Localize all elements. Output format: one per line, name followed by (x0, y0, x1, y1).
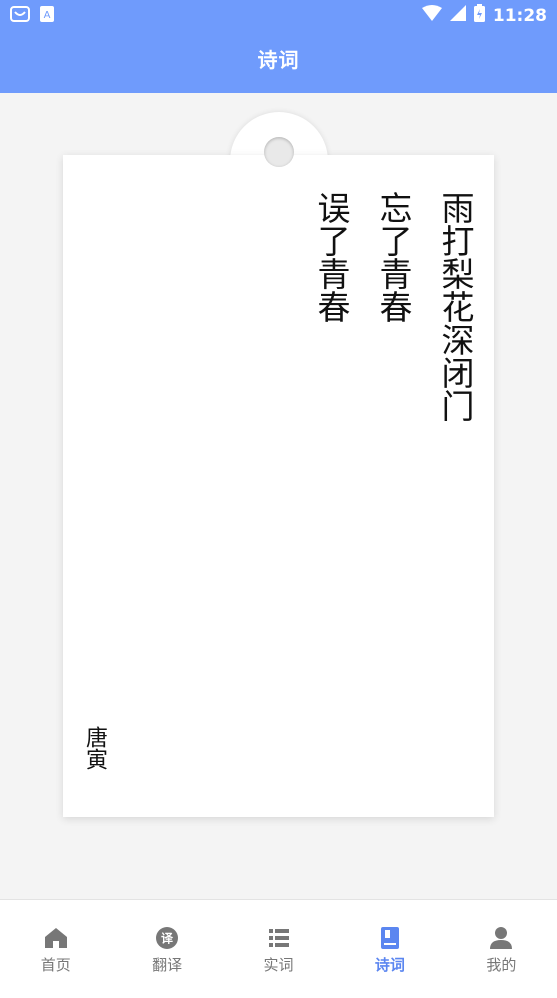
svg-text:译: 译 (161, 932, 174, 946)
status-bar: A 11:28 (0, 0, 557, 30)
bottom-nav: 首页 译 翻译 实词 诗词 我的 (0, 899, 557, 998)
svg-text:A: A (44, 10, 51, 21)
user-icon (489, 926, 513, 950)
poem-line-2: 忘了青春 (374, 191, 413, 323)
list-icon (267, 926, 291, 950)
nav-label-poems: 诗词 (374, 956, 405, 974)
nav-item-words[interactable]: 实词 (223, 900, 334, 998)
signal-icon (449, 5, 466, 26)
nav-item-profile[interactable]: 我的 (446, 900, 557, 998)
poem-card: 雨打梨花深闭门 忘了青春 误了青春 唐寅 (63, 155, 494, 817)
nav-label-home: 首页 (40, 956, 71, 974)
page-title: 诗词 (257, 48, 300, 72)
poem-author: 唐寅 (82, 726, 107, 770)
book-icon (378, 926, 402, 950)
card-hole (264, 137, 294, 167)
nav-item-home[interactable]: 首页 (0, 900, 111, 998)
wifi-icon (421, 5, 442, 26)
clock-time: 11:28 (492, 5, 547, 26)
translate-icon: 译 (155, 926, 179, 950)
nav-label-profile: 我的 (486, 956, 517, 974)
app-notification-icon: A (40, 6, 54, 26)
battery-icon (473, 4, 485, 27)
app-header: A 11:28 诗词 (0, 0, 557, 93)
poem-line-1: 雨打梨花深闭门 (436, 191, 475, 422)
poem-line-3: 误了青春 (312, 191, 351, 323)
home-icon (44, 926, 68, 950)
nav-label-translate: 翻译 (152, 956, 183, 974)
nav-item-poems[interactable]: 诗词 (334, 900, 445, 998)
nav-item-translate[interactable]: 译 翻译 (111, 900, 222, 998)
notification-icon (10, 5, 30, 27)
nav-label-words: 实词 (263, 956, 294, 974)
